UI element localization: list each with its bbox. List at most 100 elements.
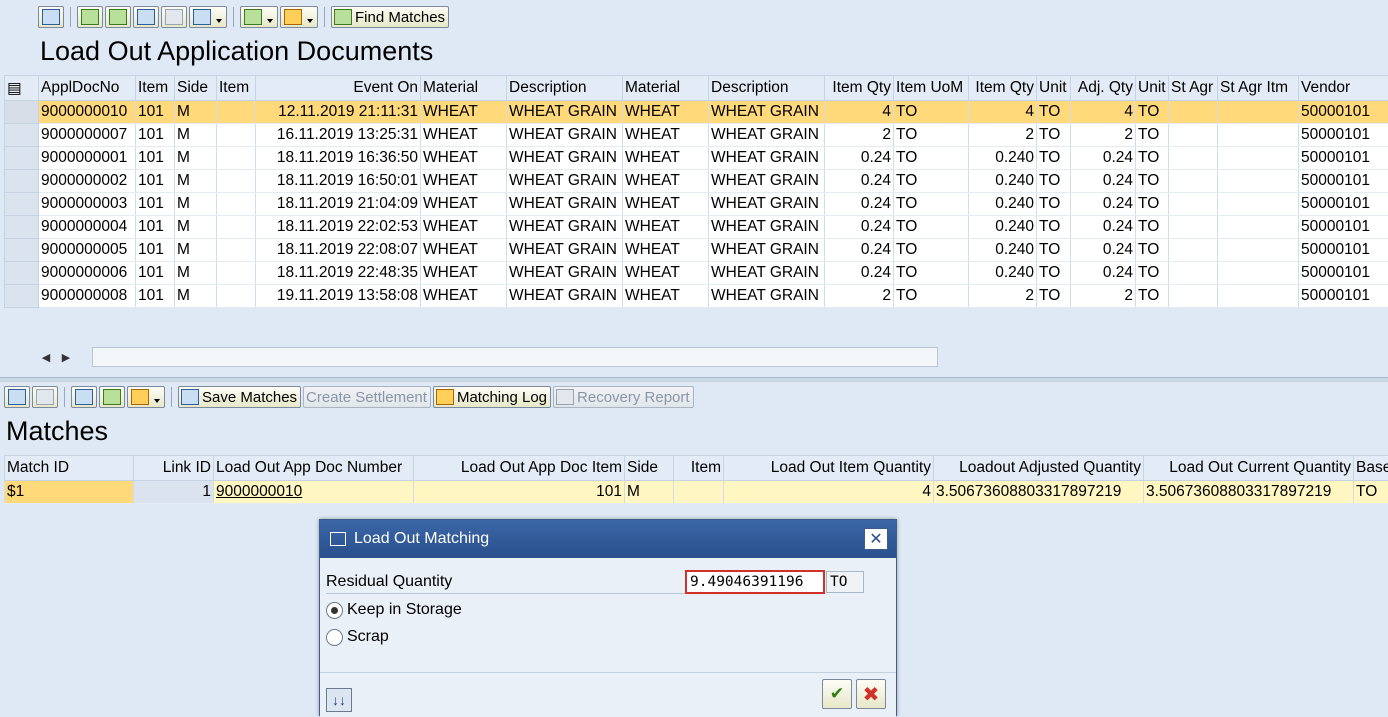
- filter-icon[interactable]: [189, 6, 227, 28]
- layout-icon[interactable]: [280, 6, 318, 28]
- find-icon[interactable]: [133, 6, 159, 28]
- table-cell[interactable]: WHEAT GRAIN: [709, 285, 825, 308]
- row-selector[interactable]: [5, 285, 39, 308]
- table-cell[interactable]: WHEAT GRAIN: [507, 239, 623, 262]
- table-cell[interactable]: 0.24: [1071, 170, 1136, 193]
- table-cell[interactable]: 0.24: [825, 262, 894, 285]
- table-cell[interactable]: TO: [1136, 147, 1169, 170]
- table-cell[interactable]: [217, 170, 256, 193]
- table-cell[interactable]: WHEAT GRAIN: [507, 147, 623, 170]
- row-selector[interactable]: [5, 147, 39, 170]
- table-cell[interactable]: 9000000010: [39, 101, 136, 124]
- table-cell[interactable]: 4: [1071, 101, 1136, 124]
- table-cell[interactable]: [1218, 239, 1299, 262]
- column-header[interactable]: Item: [674, 456, 724, 481]
- table-cell[interactable]: [217, 239, 256, 262]
- table-cell[interactable]: 0.240: [969, 216, 1037, 239]
- table-cell[interactable]: 50000101: [1299, 216, 1388, 239]
- table-cell[interactable]: TO: [1037, 124, 1071, 147]
- column-header[interactable]: Loadout Adjusted Quantity: [934, 456, 1144, 481]
- table-cell[interactable]: M: [175, 262, 217, 285]
- item-quantity-cell[interactable]: 4: [724, 481, 934, 504]
- row-selector[interactable]: [5, 239, 39, 262]
- table-cell[interactable]: WHEAT GRAIN: [507, 216, 623, 239]
- create-settlement-button[interactable]: Create Settlement: [303, 386, 431, 408]
- column-header[interactable]: Item Qty: [969, 76, 1037, 101]
- table-cell[interactable]: WHEAT: [623, 101, 709, 124]
- row-selector[interactable]: [5, 262, 39, 285]
- residual-quantity-input[interactable]: 9.49046391196: [685, 570, 825, 594]
- table-cell[interactable]: TO: [894, 239, 969, 262]
- table-cell[interactable]: [1169, 193, 1218, 216]
- keep-in-storage-radio[interactable]: [326, 602, 343, 619]
- save-matches-button[interactable]: Save Matches: [178, 386, 301, 408]
- table-cell[interactable]: 0.24: [1071, 239, 1136, 262]
- table-cell[interactable]: 101: [136, 170, 175, 193]
- table-cell[interactable]: 101: [136, 124, 175, 147]
- table-cell[interactable]: TO: [894, 285, 969, 308]
- table-cell[interactable]: [1169, 170, 1218, 193]
- table-cell[interactable]: WHEAT: [421, 193, 507, 216]
- table-cell[interactable]: 0.24: [1071, 147, 1136, 170]
- table-row[interactable]: 9000000008101M19.11.2019 13:58:08WHEATWH…: [5, 285, 1388, 308]
- table-cell[interactable]: 0.24: [825, 239, 894, 262]
- table-cell[interactable]: 16.11.2019 13:25:31: [256, 124, 421, 147]
- table-cell[interactable]: TO: [1136, 193, 1169, 216]
- table-cell[interactable]: [1169, 147, 1218, 170]
- column-selector-icon[interactable]: ▤: [5, 76, 39, 101]
- table-cell[interactable]: [1169, 124, 1218, 147]
- table-cell[interactable]: M: [175, 285, 217, 308]
- column-header[interactable]: Item UoM: [894, 76, 969, 101]
- table-cell[interactable]: WHEAT GRAIN: [507, 262, 623, 285]
- table-cell[interactable]: TO: [1136, 170, 1169, 193]
- sort-descending-icon[interactable]: [105, 6, 131, 28]
- table-cell[interactable]: [1169, 262, 1218, 285]
- table-row[interactable]: 9000000002101M18.11.2019 16:50:01WHEATWH…: [5, 170, 1388, 193]
- table-cell[interactable]: WHEAT: [623, 239, 709, 262]
- row-selector[interactable]: [5, 216, 39, 239]
- table-cell[interactable]: WHEAT GRAIN: [709, 170, 825, 193]
- table-cell[interactable]: 101: [136, 262, 175, 285]
- table-cell[interactable]: [1218, 124, 1299, 147]
- column-header[interactable]: Side: [175, 76, 217, 101]
- match-row[interactable]: $1 1 9000000010 101 M 4 3.50673608803317…: [5, 481, 1388, 504]
- scrap-radio[interactable]: [326, 629, 343, 646]
- table-cell[interactable]: 0.24: [825, 170, 894, 193]
- sort-icon[interactable]: ↓↓: [326, 688, 352, 712]
- table-cell[interactable]: 19.11.2019 13:58:08: [256, 285, 421, 308]
- table-cell[interactable]: M: [175, 147, 217, 170]
- match-id-cell[interactable]: $1: [5, 481, 134, 504]
- table-cell[interactable]: WHEAT: [421, 239, 507, 262]
- column-header[interactable]: Item: [136, 76, 175, 101]
- table-cell[interactable]: 50000101: [1299, 147, 1388, 170]
- table-cell[interactable]: 101: [136, 147, 175, 170]
- table-cell[interactable]: TO: [1037, 262, 1071, 285]
- table-row[interactable]: 9000000001101M18.11.2019 16:36:50WHEATWH…: [5, 147, 1388, 170]
- table-cell[interactable]: M: [175, 170, 217, 193]
- column-header[interactable]: Event On: [256, 76, 421, 101]
- table-cell[interactable]: WHEAT: [421, 170, 507, 193]
- table-cell[interactable]: 18.11.2019 22:02:53: [256, 216, 421, 239]
- table-cell[interactable]: 50000101: [1299, 262, 1388, 285]
- table-cell[interactable]: 50000101: [1299, 193, 1388, 216]
- cancel-button[interactable]: ✖: [856, 679, 886, 709]
- adjusted-quantity-cell[interactable]: 3.50673608803317897219: [934, 481, 1144, 504]
- table-cell[interactable]: WHEAT: [421, 101, 507, 124]
- table-cell[interactable]: WHEAT: [623, 262, 709, 285]
- table-cell[interactable]: WHEAT: [421, 285, 507, 308]
- table-cell[interactable]: 0.24: [1071, 262, 1136, 285]
- table-cell[interactable]: TO: [894, 124, 969, 147]
- table-cell[interactable]: 50000101: [1299, 285, 1388, 308]
- table-cell[interactable]: WHEAT GRAIN: [507, 101, 623, 124]
- table-cell[interactable]: [1169, 216, 1218, 239]
- table-cell[interactable]: WHEAT GRAIN: [709, 147, 825, 170]
- table-cell[interactable]: 0.24: [825, 216, 894, 239]
- table-cell[interactable]: [1218, 193, 1299, 216]
- column-header[interactable]: Match ID: [5, 456, 134, 481]
- table-cell[interactable]: [1218, 101, 1299, 124]
- scroll-right-icon[interactable]: ▶: [56, 351, 76, 364]
- table-cell[interactable]: [217, 124, 256, 147]
- table-cell[interactable]: TO: [1037, 147, 1071, 170]
- app-doc-number-link[interactable]: 9000000010: [216, 483, 302, 500]
- table-cell[interactable]: WHEAT GRAIN: [507, 285, 623, 308]
